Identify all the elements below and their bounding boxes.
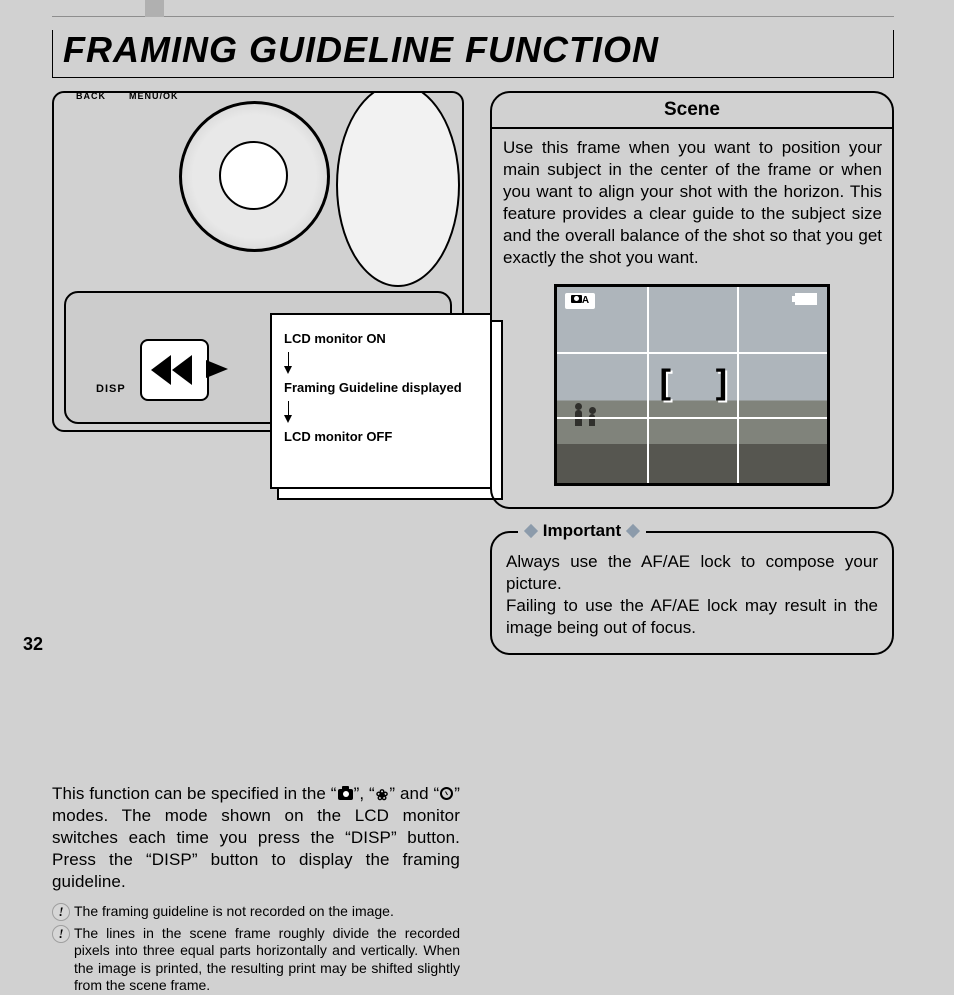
header-tab <box>145 0 164 17</box>
arrow-down-icon <box>288 352 289 374</box>
page-number: 32 <box>23 634 43 655</box>
disp-states-callout: LCD monitor ON Framing Guideline display… <box>270 313 492 489</box>
note-item: ! The lines in the scene frame roughly d… <box>74 925 460 995</box>
note-text: The lines in the scene frame roughly div… <box>74 925 460 994</box>
intro-paragraph: This function can be specified in the “ ”… <box>52 783 460 893</box>
preview-image <box>557 287 827 483</box>
notes-list: ! The framing guideline is not recorded … <box>74 903 460 995</box>
preview-people-silhouette <box>575 410 598 431</box>
note-bullet-icon: ! <box>52 903 70 921</box>
scene-heading: Scene <box>492 93 892 129</box>
person-icon <box>589 414 595 426</box>
state-guideline: Framing Guideline displayed <box>284 380 478 395</box>
important-section: Important Always use the AF/AE lock to c… <box>490 531 894 655</box>
grid-line <box>557 352 827 354</box>
camera-icon <box>571 295 582 303</box>
manual-page: FRAMING GUIDELINE FUNCTION 32 BACK MENU/… <box>0 0 954 687</box>
arrow-down-icon <box>288 401 289 423</box>
self-timer-icon <box>440 787 453 800</box>
focus-bracket-icon: [ <box>660 363 671 402</box>
note-item: ! The framing guideline is not recorded … <box>74 903 460 921</box>
state-on: LCD monitor ON <box>284 331 478 346</box>
grid-line <box>557 417 827 419</box>
preview-mode-badge: A <box>565 293 595 309</box>
intro-b: ”, “ <box>354 784 375 803</box>
important-body: Always use the AF/AE lock to compose you… <box>506 551 878 639</box>
important-label: Important <box>518 521 646 541</box>
mode-letter: A <box>582 295 589 306</box>
header-rule <box>52 0 894 17</box>
camera-icon <box>338 789 353 800</box>
intro-a: This function can be specified in the “ <box>52 784 337 803</box>
scene-section: Scene Use this frame when you want to po… <box>490 91 894 509</box>
page-title: FRAMING GUIDELINE FUNCTION <box>63 29 659 71</box>
scene-body: Use this frame when you want to position… <box>492 129 892 270</box>
focus-bracket-icon: ] <box>716 363 727 402</box>
note-bullet-icon: ! <box>52 925 70 943</box>
macro-icon: ❀ <box>376 788 389 803</box>
diamond-icon <box>626 524 640 538</box>
disp-button-icon <box>140 339 209 401</box>
state-off: LCD monitor OFF <box>284 429 478 444</box>
framing-preview: [ ] [ ] A <box>554 284 830 486</box>
grid-line <box>737 287 739 483</box>
diagram-overlay: LCD monitor ON Framing Guideline display… <box>52 91 460 428</box>
important-label-text: Important <box>543 521 621 540</box>
pointer-arrow-icon <box>206 360 228 378</box>
intro-c: ” and “ <box>389 784 439 803</box>
diamond-icon <box>524 524 538 538</box>
grid-line <box>647 287 649 483</box>
battery-icon <box>795 293 817 305</box>
note-text: The framing guideline is not recorded on… <box>74 903 394 919</box>
left-column: BACK MENU/OK DISP BA LCD monitor ON Fram… <box>52 91 460 662</box>
right-column: Scene Use this frame when you want to po… <box>490 91 894 662</box>
